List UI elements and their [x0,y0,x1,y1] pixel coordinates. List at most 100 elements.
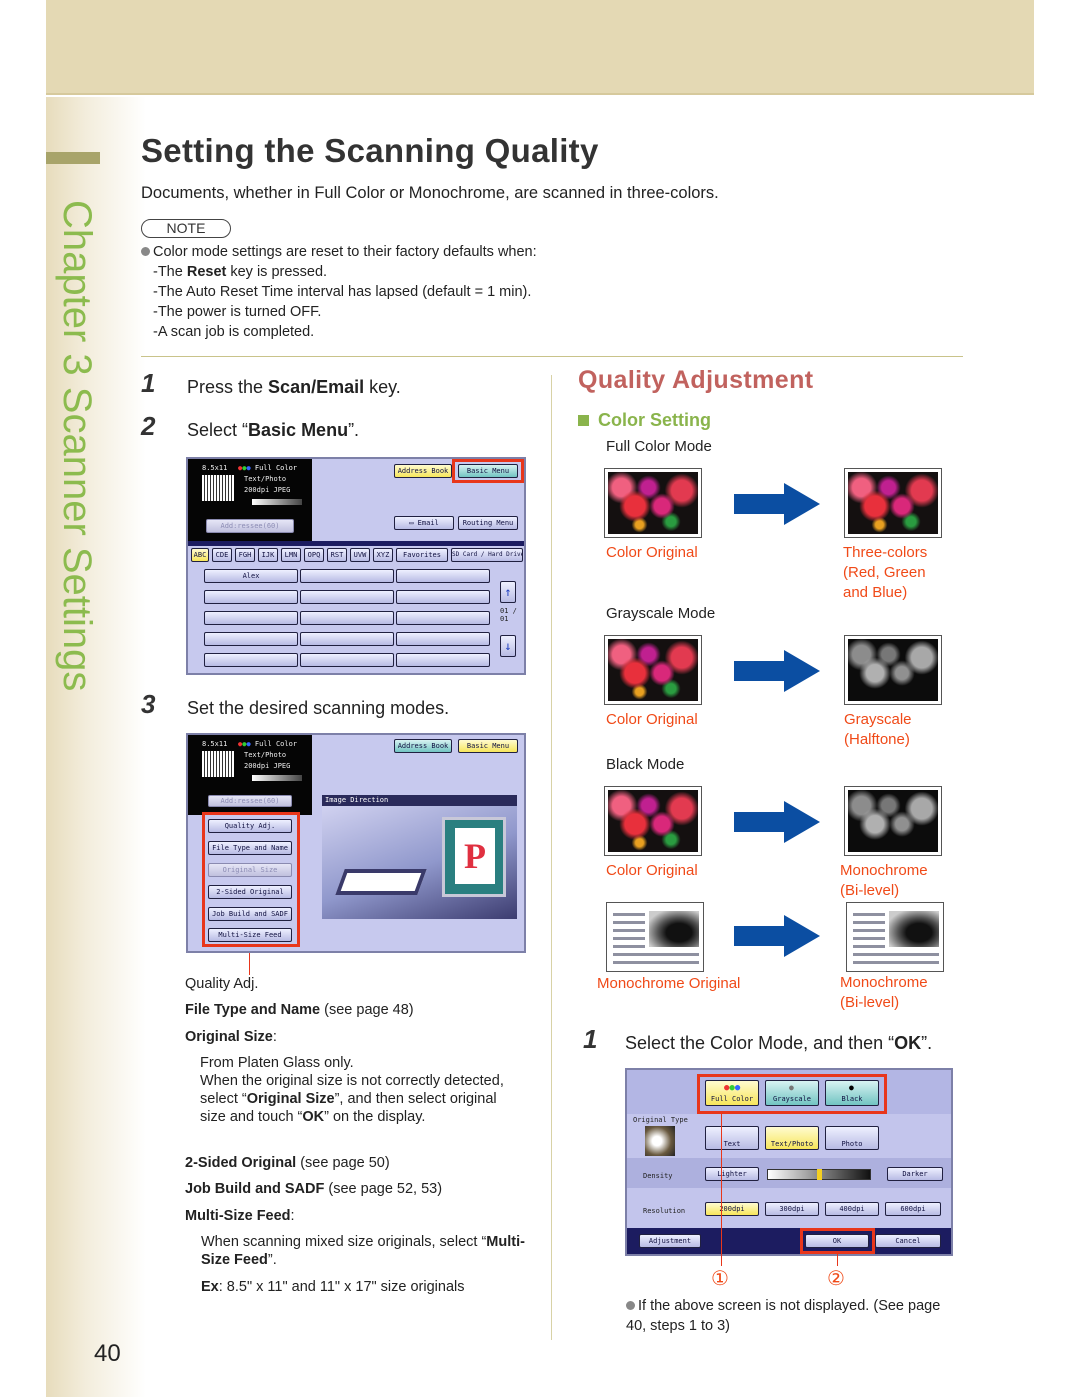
note-item: -A scan job is completed. [153,324,315,340]
mode-label: Grayscale Mode [606,605,716,622]
step-text: Select the Color Mode, and then “OK”. [625,1033,933,1053]
highlight-color-mode [697,1074,887,1114]
document-preview-icon [202,475,234,501]
color-original-thumbnail [604,786,702,856]
arrow-right-icon [734,650,820,692]
text-photo-button[interactable]: Text/Photo [765,1126,819,1150]
density-slider-handle[interactable] [817,1169,822,1180]
address-entry[interactable] [300,653,394,667]
option-two-sided: 2-Sided Original (see page 50) [185,1155,390,1171]
address-entry[interactable] [300,611,394,625]
callout-label-quality-adj: Quality Adj. [185,976,259,992]
touch-screen-basic-menu: 8.5x11 ●●● Full Color Text/Photo 200dpi … [186,733,526,953]
tab-favorites[interactable]: Favorites [396,548,448,562]
column-divider [551,375,552,1340]
routing-menu-button[interactable]: Routing Menu [458,516,518,530]
scroll-up-arrow-icon[interactable]: ↑ [500,581,516,603]
tab-opq[interactable]: OPQ [304,548,324,562]
resolution-300dpi-button[interactable]: 300dpi [765,1202,819,1216]
option-multi-size: Multi-Size Feed: [185,1208,295,1224]
note-item: -The power is turned OFF. [153,304,322,320]
color-mode-indicator: ●●● Full Color [238,464,298,472]
density-slider[interactable] [767,1169,871,1180]
to-label: Monochrome (Bi-level) [840,974,928,1011]
tab-ijk[interactable]: IJK [258,548,278,562]
address-entry[interactable] [396,590,490,604]
color-original-thumbnail [604,468,702,538]
original-type-preview [645,1126,675,1156]
tab-uvw[interactable]: UVW [350,548,370,562]
darker-button[interactable]: Darker [887,1167,943,1181]
email-button[interactable]: ▭ Email [394,516,454,530]
grayscale-thumbnail [844,635,942,705]
tab-cde[interactable]: CDE [212,548,232,562]
note-body: Color mode settings are reset to their f… [141,242,537,342]
note-item: -The Reset key is pressed. [153,264,328,280]
callout-number-1: ① [711,1268,729,1290]
resolution-400dpi-button[interactable]: 400dpi [825,1202,879,1216]
page-number: 40 [94,1340,121,1367]
monochrome-thumbnail [844,786,942,856]
bullet-icon [141,247,150,256]
address-entry[interactable] [204,590,298,604]
monochrome-bilevel-thumbnail [846,902,944,972]
arrow-right-icon [734,801,820,843]
addressee-button[interactable]: Add:ressee(60) [208,795,292,807]
tab-fgh[interactable]: FGH [235,548,255,562]
highlight-basic-menu [452,459,524,483]
text-button[interactable]: Text [705,1126,759,1150]
mode-label: Full Color Mode [606,438,712,455]
color-original-thumbnail [604,635,702,705]
arrow-right-icon [734,483,820,525]
cancel-button[interactable]: Cancel [875,1234,941,1248]
scroll-down-arrow-icon[interactable]: ↓ [500,635,516,657]
preview-letter: P [455,828,495,884]
address-entry[interactable] [396,632,490,646]
from-label: Color Original [606,862,698,879]
tab-lmn[interactable]: LMN [281,548,301,562]
adjustment-button[interactable]: Adjustment [639,1234,701,1248]
bottom-note: If the above screen is not displayed. (S… [626,1298,941,1334]
address-entry[interactable] [396,653,490,667]
address-entry[interactable] [204,653,298,667]
address-entry[interactable] [396,611,490,625]
address-entry[interactable] [204,632,298,646]
image-direction-title: Image Direction [322,795,517,806]
address-entry[interactable] [300,569,394,583]
page-indicator: 01 / 01 [500,607,517,623]
address-entry[interactable]: Alex [204,569,298,583]
address-book-button[interactable]: Address Book [394,464,452,478]
address-book-button[interactable]: Address Book [394,739,452,753]
address-entry[interactable] [396,569,490,583]
color-mode-indicator: ●●● Full Color [238,740,298,748]
step-number: 1 [583,1024,598,1054]
step-text: Press the Scan/Email key. [187,377,401,397]
highlight-ok [800,1228,875,1254]
address-entry[interactable] [300,590,394,604]
density-label: Density [643,1172,673,1180]
photo-button[interactable]: Photo [825,1126,879,1150]
step-text: Select “Basic Menu”. [187,420,360,440]
address-entry[interactable] [204,611,298,625]
option-multi-size-desc: When scanning mixed size originals, sele… [201,1234,525,1268]
basic-menu-button[interactable]: Basic Menu [458,739,518,753]
chapter-label: Chapter 3 Scanner Settings [55,200,99,692]
step-number: 3 [141,689,156,719]
tab-rst[interactable]: RST [327,548,347,562]
addressee-button[interactable]: Add:ressee(60) [206,519,294,533]
tab-sd-card[interactable]: SD Card / Hard Drive [451,548,523,562]
resolution-600dpi-button[interactable]: 600dpi [885,1202,941,1216]
callout-line-2 [837,1252,838,1266]
section-title-quality-adjustment: Quality Adjustment [578,366,814,394]
note-lead: Color mode settings are reset to their f… [141,242,537,262]
tab-xyz[interactable]: XYZ [373,548,393,562]
option-example: Ex: 8.5" x 11" and 11" x 17" size origin… [201,1279,465,1295]
resolution-200dpi-button[interactable]: 200dpi [705,1202,759,1216]
resolution-label: Resolution [643,1207,686,1215]
address-entry[interactable] [300,632,394,646]
density-bar [252,499,302,505]
lighter-button[interactable]: Lighter [705,1167,759,1181]
density-bar [252,775,302,781]
arrow-right-icon [734,915,820,957]
tab-abc[interactable]: ABC [191,548,209,562]
